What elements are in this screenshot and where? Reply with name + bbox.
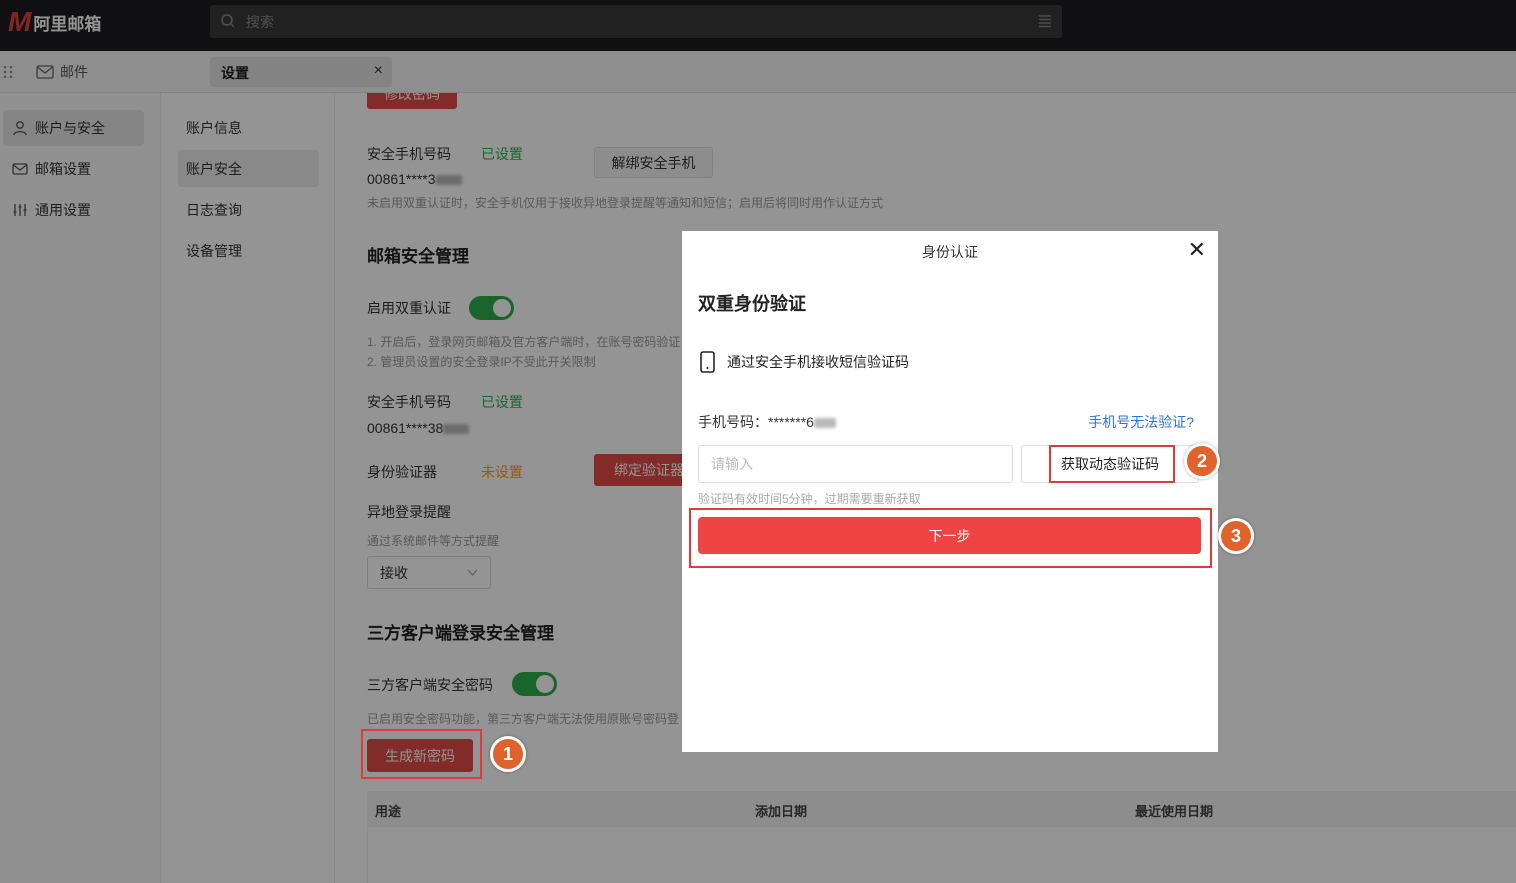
mobile-phone-icon: [700, 351, 715, 373]
highlight-generate-password: [361, 729, 482, 779]
cannot-verify-link[interactable]: 手机号无法验证?: [1088, 412, 1194, 432]
close-icon[interactable]: ✕: [1188, 239, 1206, 261]
verification-method-label: 通过安全手机接收短信验证码: [727, 354, 909, 370]
highlight-next-step: [689, 508, 1212, 568]
code-validity-hint: 验证码有效时间5分钟，过期需要重新获取: [698, 492, 921, 506]
masked-phone-number: 手机号码：*******6: [698, 412, 836, 432]
step-marker-2: 2: [1184, 443, 1220, 479]
dialog-heading: 双重身份验证: [698, 294, 806, 314]
phone-masked-value: *******6: [768, 414, 814, 430]
dialog-title: 身份认证: [922, 244, 978, 260]
step-marker-3: 3: [1218, 518, 1254, 554]
verification-method: 通过安全手机接收短信验证码: [700, 351, 909, 373]
highlight-get-code: [1049, 445, 1175, 483]
masked-digits: [813, 418, 836, 429]
step-marker-1: 1: [490, 736, 526, 772]
verification-code-input[interactable]: [698, 445, 1013, 483]
phone-prefix: 手机号码：: [698, 414, 768, 430]
identity-verification-dialog: 身份认证 ✕ 双重身份验证 通过安全手机接收短信验证码 手机号码：*******…: [682, 231, 1218, 752]
